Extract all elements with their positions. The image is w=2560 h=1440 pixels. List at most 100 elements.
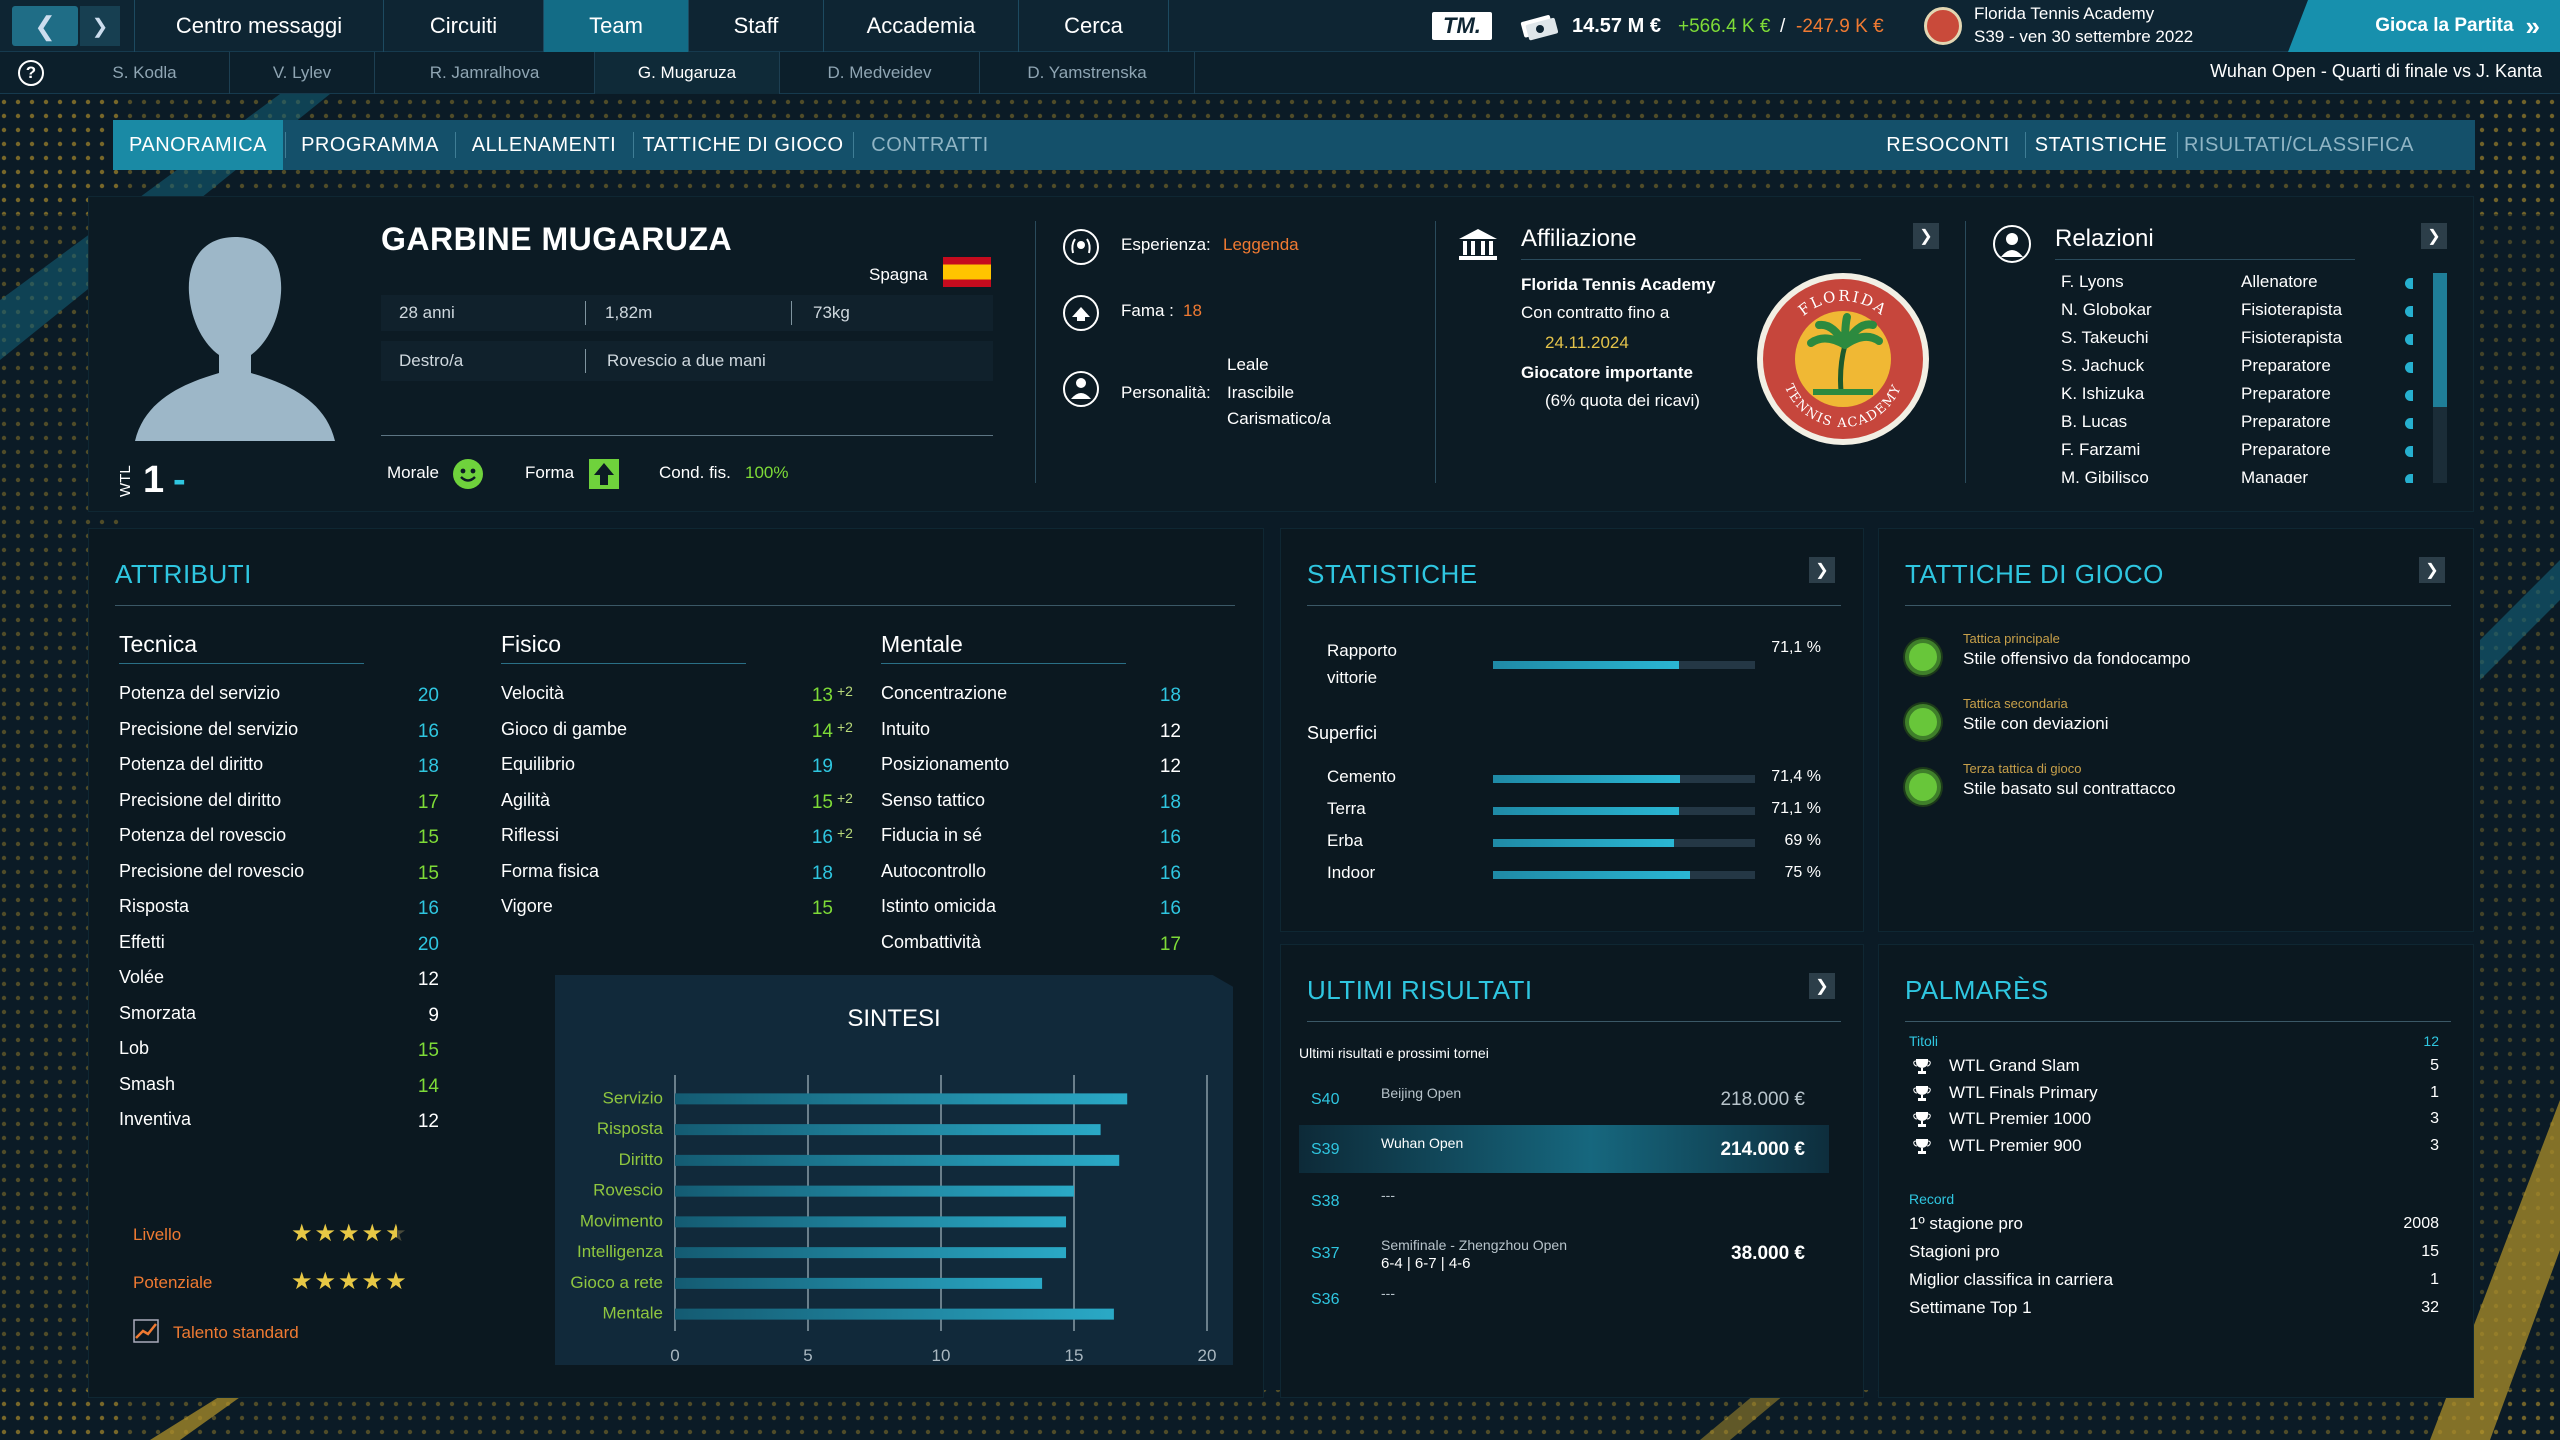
tab-panoramica[interactable]: PANORAMICA bbox=[113, 120, 283, 170]
affiliation-details-button[interactable]: ❯ bbox=[1913, 223, 1939, 249]
relation-row[interactable]: B. Lucas Preparatore bbox=[1993, 409, 2413, 437]
attribute-row[interactable]: Potenza del diritto 18 bbox=[119, 748, 469, 782]
attribute-row[interactable]: Precisione del servizio 16 bbox=[119, 713, 469, 747]
nav-cerca[interactable]: Cerca bbox=[1019, 0, 1169, 52]
relation-level bbox=[2405, 362, 2413, 373]
attribute-value: 15 bbox=[417, 862, 439, 884]
relation-row[interactable]: S. Takeuchi Fisioterapista bbox=[1993, 325, 2413, 353]
attribute-row[interactable]: Risposta 16 bbox=[119, 890, 469, 924]
result-row[interactable]: S38 --- bbox=[1299, 1177, 1829, 1225]
relation-level bbox=[2405, 390, 2413, 401]
relation-row[interactable]: K. Ishizuka Preparatore bbox=[1993, 381, 2413, 409]
attribute-row[interactable]: Lob 15 bbox=[119, 1032, 469, 1066]
tab-tattiche-di-gioco[interactable]: TATTICHE DI GIOCO bbox=[635, 120, 851, 170]
nav-accademia[interactable]: Accademia bbox=[824, 0, 1019, 52]
attribute-row[interactable]: Velocità 13 +2 bbox=[501, 677, 863, 711]
attribute-name: Velocità bbox=[501, 683, 565, 703]
chart-category-label: Intelligenza bbox=[577, 1242, 664, 1261]
nav-circuiti[interactable]: Circuiti bbox=[384, 0, 544, 52]
attribute-value: 20 bbox=[417, 685, 439, 706]
attribute-row[interactable]: Gioco di gambe 14 +2 bbox=[501, 713, 863, 747]
tab-risultati-classifica[interactable]: RISULTATI/CLASSIFICA bbox=[2179, 120, 2419, 170]
win-ratio-value: 71,1 % bbox=[1771, 639, 1821, 656]
attribute-name: Autocontrollo bbox=[881, 860, 987, 881]
relation-row[interactable]: S. Jachuck Preparatore bbox=[1993, 353, 2413, 381]
personality-trait-1: Leale bbox=[1227, 355, 1269, 374]
attribute-row[interactable]: Riflessi 16 +2 bbox=[501, 819, 863, 853]
attribute-row[interactable]: Inventiva 12 bbox=[119, 1103, 469, 1137]
trophy-icon bbox=[1913, 1084, 1931, 1102]
attribute-row[interactable]: Smorzata 9 bbox=[119, 997, 469, 1031]
statistics-details-button[interactable]: ❯ bbox=[1809, 557, 1835, 583]
attribute-row[interactable]: Effetti 20 bbox=[119, 926, 469, 960]
attribute-row[interactable]: Istinto omicida 16 bbox=[881, 890, 1211, 924]
tactic-row[interactable]: Tattica secondaria Stile con deviazioni bbox=[1879, 694, 2475, 754]
result-row[interactable]: S40 Beijing Open 218.000 € bbox=[1299, 1075, 1829, 1123]
result-row[interactable]: S36 --- bbox=[1299, 1275, 1829, 1323]
attribute-value: 18 bbox=[1159, 685, 1181, 706]
chart-bar bbox=[675, 1185, 1074, 1197]
back-button[interactable]: ❮ bbox=[12, 6, 78, 46]
tactic-row[interactable]: Terza tattica di gioco Stile basato sul c… bbox=[1879, 759, 2475, 819]
attribute-row[interactable]: Fiducia in sé 16 bbox=[881, 819, 1211, 853]
relation-row[interactable]: N. Globokar Fisioterapista bbox=[1993, 297, 2413, 325]
relation-row[interactable]: M. Gibilisco Manager bbox=[1993, 465, 2413, 483]
play-match-button[interactable]: Gioca la Partita » bbox=[2288, 0, 2560, 52]
attribute-row[interactable]: Smash 14 bbox=[119, 1068, 469, 1102]
tab-allenamenti[interactable]: ALLENAMENTI bbox=[457, 120, 631, 170]
attribute-row[interactable]: Precisione del diritto 17 bbox=[119, 784, 469, 818]
results-details-button[interactable]: ❯ bbox=[1809, 973, 1835, 999]
player-tab-jamralhova[interactable]: R. Jamralhova bbox=[375, 52, 595, 94]
relation-name: F. Lyons bbox=[2061, 272, 2124, 291]
nav-centro-messaggi[interactable]: Centro messaggi bbox=[134, 0, 384, 52]
tab-contratti[interactable]: CONTRATTI bbox=[855, 120, 1005, 170]
player-tab-yamstrenska[interactable]: D. Yamstrenska bbox=[980, 52, 1195, 94]
attribute-row[interactable]: Forma fisica 18 bbox=[501, 855, 863, 889]
attribute-row[interactable]: Posizionamento 12 bbox=[881, 748, 1211, 782]
player-hand: Destro/a bbox=[399, 351, 464, 370]
attribute-row[interactable]: Vigore 15 bbox=[501, 890, 863, 924]
attribute-row[interactable]: Precisione del rovescio 15 bbox=[119, 855, 469, 889]
tab-programma[interactable]: PROGRAMMA bbox=[287, 120, 453, 170]
forward-button[interactable]: ❯ bbox=[80, 6, 120, 46]
relation-name: S. Takeuchi bbox=[2061, 328, 2149, 347]
relation-row[interactable]: F. Lyons Allenatore bbox=[1993, 269, 2413, 297]
nav-team[interactable]: Team bbox=[544, 0, 689, 52]
attribute-row[interactable]: Autocontrollo 16 bbox=[881, 855, 1211, 889]
attribute-row[interactable]: Concentrazione 18 bbox=[881, 677, 1211, 711]
attribute-value: 17 bbox=[1159, 933, 1181, 955]
tab-resoconti[interactable]: RESOCONTI bbox=[1873, 120, 2023, 170]
attribute-value: 15 bbox=[811, 791, 833, 813]
relations-scrollbar[interactable] bbox=[2433, 273, 2447, 483]
relation-row[interactable]: F. Farzami Preparatore bbox=[1993, 437, 2413, 465]
player-tab-mugaruza[interactable]: G. Mugaruza bbox=[595, 52, 780, 94]
attribute-name: Fiducia in sé bbox=[881, 825, 983, 845]
title-count: 3 bbox=[2430, 1110, 2439, 1127]
attribute-row[interactable]: Volée 12 bbox=[119, 961, 469, 995]
surface-bar-fill bbox=[1493, 871, 1690, 879]
nav-staff[interactable]: Staff bbox=[689, 0, 824, 52]
attribute-row[interactable]: Equilibrio 19 bbox=[501, 748, 863, 782]
player-tab-lylev[interactable]: V. Lylev bbox=[230, 52, 375, 94]
tactic-row[interactable]: Tattica principale Stile offensivo da fon… bbox=[1879, 629, 2475, 689]
player-tab-medveidev[interactable]: D. Medveidev bbox=[780, 52, 980, 94]
attribute-row[interactable]: Potenza del rovescio 15 bbox=[119, 819, 469, 853]
attribute-row[interactable]: Agilità 15 +2 bbox=[501, 784, 863, 818]
result-row[interactable]: S39 Wuhan Open 214.000 € bbox=[1299, 1125, 1829, 1173]
attribute-row[interactable]: Combattività 17 bbox=[881, 926, 1211, 960]
tactic-kind: Tattica secondaria bbox=[1963, 696, 2068, 711]
attribute-row[interactable]: Intuito 12 bbox=[881, 713, 1211, 747]
relations-details-button[interactable]: ❯ bbox=[2421, 223, 2447, 249]
tactics-details-button[interactable]: ❯ bbox=[2419, 557, 2445, 583]
attribute-row[interactable]: Potenza del servizio 20 bbox=[119, 677, 469, 711]
surface-bar-fill bbox=[1493, 839, 1674, 847]
summary-bar-chart: 0 5 10 15 20 Servizio Risposta Diritto Rovescio M… bbox=[570, 1075, 1216, 1365]
help-icon[interactable]: ? bbox=[18, 60, 44, 86]
player-tab-kodla[interactable]: S. Kodla bbox=[60, 52, 230, 94]
tab-statistiche[interactable]: STATISTICHE bbox=[2027, 120, 2175, 170]
results-subtitle: Ultimi risultati e prossimi tornei bbox=[1299, 1045, 1489, 1061]
next-match-info[interactable]: Wuhan Open - Quarti di finale vs J. Kant… bbox=[2210, 61, 2542, 82]
surfaces-title: Superfici bbox=[1307, 723, 1378, 743]
relation-role: Allenatore bbox=[2241, 272, 2318, 291]
attribute-row[interactable]: Senso tattico 18 bbox=[881, 784, 1211, 818]
